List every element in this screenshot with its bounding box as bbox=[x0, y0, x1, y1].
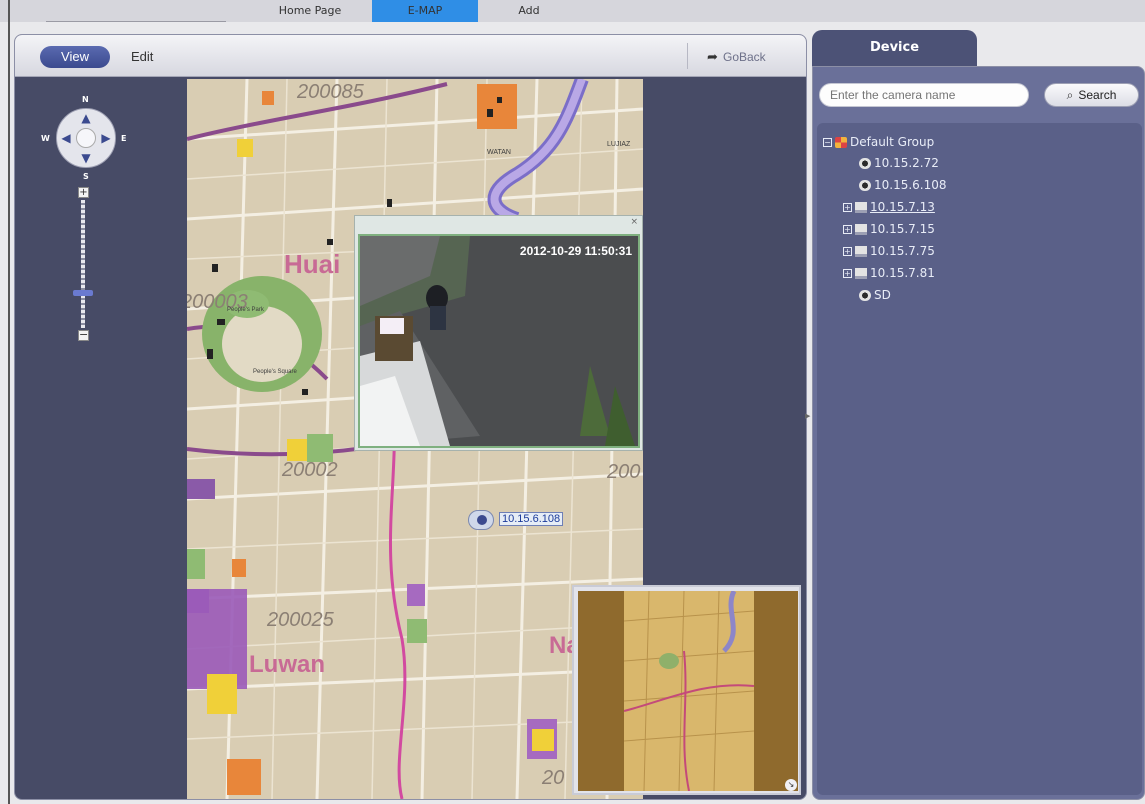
map-district-label: Huai bbox=[284, 249, 341, 279]
map-small-label: LUJIAZ bbox=[607, 141, 631, 148]
compass-hub[interactable] bbox=[76, 128, 96, 148]
map-postcode-label: 200085 bbox=[297, 81, 364, 103]
tree-item-label: 10.15.2.72 bbox=[874, 156, 939, 170]
device-tree: − Default Group 10.15.2.72 10.15.6.108 +1… bbox=[817, 123, 1142, 795]
view-button[interactable]: View bbox=[40, 46, 110, 68]
pan-right-icon[interactable]: ▶ bbox=[99, 131, 113, 145]
map-postcode-label: 20 bbox=[542, 767, 565, 789]
map-district-label: Luwan bbox=[249, 651, 325, 678]
collapse-icon[interactable]: − bbox=[823, 138, 832, 147]
compass-north-label: N bbox=[82, 95, 89, 104]
overview-minimap[interactable]: ↘ bbox=[572, 585, 801, 795]
minimap-resize-icon[interactable]: ↘ bbox=[785, 779, 797, 791]
goback-arrow-icon: ➦ bbox=[707, 49, 718, 64]
emap-panel: View Edit ➦ GoBack N W E S ▲ ▼ ◀ ▶ + − 2… bbox=[14, 34, 807, 800]
search-button[interactable]: ⌕ Search bbox=[1044, 83, 1139, 107]
expand-icon[interactable]: + bbox=[843, 247, 852, 256]
tree-item-device[interactable]: +10.15.7.81 bbox=[843, 264, 935, 282]
search-button-label: Search bbox=[1078, 88, 1117, 102]
compass-west-label: W bbox=[41, 134, 50, 143]
pan-left-icon[interactable]: ◀ bbox=[59, 131, 73, 145]
tree-item-label: 10.15.6.108 bbox=[874, 178, 947, 192]
expand-icon[interactable]: + bbox=[843, 269, 852, 278]
pan-down-icon[interactable]: ▼ bbox=[79, 151, 93, 165]
map-postcode-label: 20002 bbox=[282, 459, 338, 481]
device-panel: Device ⌕ Search − Default Group 10.15.2.72… bbox=[812, 30, 1145, 802]
compass-east-label: E bbox=[121, 134, 127, 143]
edit-button[interactable]: Edit bbox=[131, 46, 153, 68]
zoom-slider-handle[interactable] bbox=[73, 290, 93, 297]
tree-item-camera[interactable]: 10.15.2.72 bbox=[859, 154, 939, 172]
tree-item-label: SD bbox=[874, 288, 891, 302]
map-postcode-label: 200 bbox=[607, 461, 641, 483]
goback-label: GoBack bbox=[723, 50, 766, 64]
zoom-slider-track[interactable] bbox=[81, 200, 85, 328]
camera-video-feed: 2012-10-29 11:50:31 bbox=[358, 234, 640, 448]
tree-item-camera[interactable]: 10.15.6.108 bbox=[859, 176, 947, 194]
expand-icon[interactable]: + bbox=[843, 203, 852, 212]
map-postcode-label: 200025 bbox=[267, 609, 334, 631]
device-panel-body: ⌕ Search − Default Group 10.15.2.72 10.15.… bbox=[812, 66, 1145, 800]
emap-toolbar: View Edit ➦ GoBack bbox=[15, 35, 806, 77]
compass-pan-control[interactable]: ▲ ▼ ◀ ▶ bbox=[56, 108, 116, 168]
tab-e-map[interactable]: E-MAP bbox=[372, 0, 478, 22]
camera-live-popup[interactable]: × 2012-10-29 11:50:31 bbox=[354, 215, 643, 451]
tree-item-device[interactable]: +10.15.7.13 bbox=[843, 198, 935, 216]
camera-scene-graphic bbox=[360, 236, 638, 446]
camera-timestamp: 2012-10-29 11:50:31 bbox=[519, 244, 632, 258]
camera-pin-icon[interactable] bbox=[468, 510, 494, 530]
tree-item-label: 10.15.7.15 bbox=[870, 222, 935, 236]
tree-item-device[interactable]: +10.15.7.75 bbox=[843, 242, 935, 260]
top-tab-bar: Home Page E-MAP Add bbox=[0, 0, 1145, 22]
map-small-label: WATAN bbox=[487, 149, 511, 156]
nvr-icon bbox=[855, 246, 867, 257]
camera-search-input[interactable] bbox=[819, 83, 1029, 107]
minimap-graphic bbox=[623, 589, 755, 792]
group-icon bbox=[835, 137, 847, 148]
tree-item-label: 10.15.7.81 bbox=[870, 266, 935, 280]
marker-label[interactable]: 10.15.6.108 bbox=[499, 512, 564, 526]
zoom-in-button[interactable]: + bbox=[78, 187, 89, 198]
panel-collapse-icon[interactable]: ▶ bbox=[805, 412, 810, 420]
compass-south-label: S bbox=[83, 172, 89, 181]
toolbar-separator bbox=[687, 43, 688, 69]
map-small-label: People's Square bbox=[253, 369, 297, 375]
minimap-viewport[interactable] bbox=[623, 589, 755, 792]
tree-item-label: 10.15.7.75 bbox=[870, 244, 935, 258]
tab-add[interactable]: Add bbox=[484, 0, 574, 22]
zoom-out-button[interactable]: − bbox=[78, 329, 89, 341]
tree-item-device[interactable]: +10.15.7.15 bbox=[843, 220, 935, 238]
tree-item-label: 10.15.7.13 bbox=[870, 200, 935, 214]
window-edge bbox=[8, 0, 10, 804]
popup-close-icon[interactable]: × bbox=[630, 217, 638, 227]
camera-icon bbox=[859, 180, 871, 191]
pan-up-icon[interactable]: ▲ bbox=[79, 111, 93, 125]
map-small-label: People's Park bbox=[227, 307, 264, 313]
goback-button[interactable]: ➦ GoBack bbox=[707, 46, 766, 68]
tab-home-page[interactable]: Home Page bbox=[255, 0, 365, 22]
expand-icon[interactable]: + bbox=[843, 225, 852, 234]
tree-item-label: Default Group bbox=[850, 135, 935, 149]
nvr-icon bbox=[855, 268, 867, 279]
nvr-icon bbox=[855, 224, 867, 235]
tree-item-default-group[interactable]: − Default Group bbox=[823, 133, 934, 151]
tree-item-camera[interactable]: SD bbox=[859, 286, 891, 304]
tab-underline bbox=[46, 21, 226, 22]
camera-icon bbox=[859, 290, 871, 301]
tab-device[interactable]: Device bbox=[812, 30, 977, 66]
camera-icon bbox=[859, 158, 871, 169]
nvr-icon bbox=[855, 202, 867, 213]
binoculars-icon: ⌕ bbox=[1066, 88, 1074, 102]
minimap-frame bbox=[578, 589, 798, 792]
